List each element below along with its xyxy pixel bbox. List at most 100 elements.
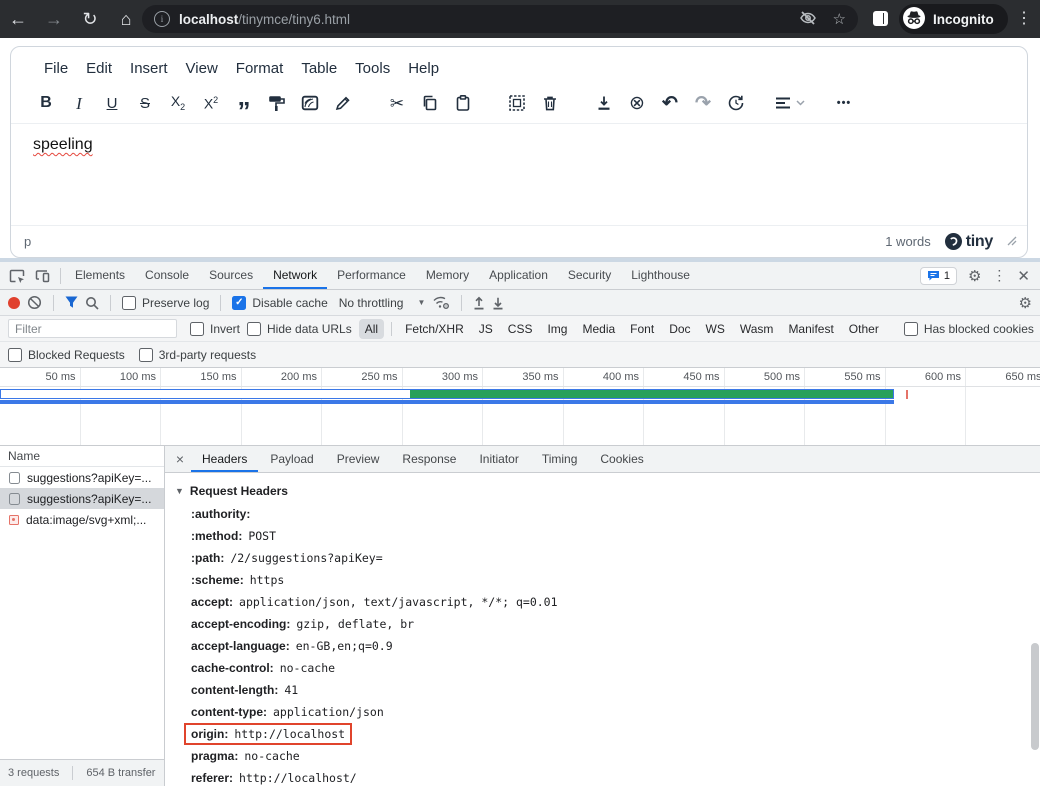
invert-label[interactable]: Invert	[210, 322, 240, 336]
has-blocked-cookies-label[interactable]: Has blocked cookies	[924, 322, 1034, 336]
menu-item[interactable]: Insert	[121, 56, 177, 81]
devtools-tab[interactable]: Performance	[327, 263, 416, 289]
copy-button[interactable]	[415, 89, 445, 117]
close-details-icon[interactable]: ×	[170, 451, 190, 467]
detail-tab[interactable]: Response	[391, 447, 467, 472]
detail-tab[interactable]: Payload	[259, 447, 324, 472]
devtools-tab[interactable]: Console	[135, 263, 199, 289]
menu-item[interactable]: Edit	[77, 56, 121, 81]
site-info-icon[interactable]: i	[154, 11, 170, 27]
preserve-log-label[interactable]: Preserve log	[142, 296, 209, 310]
devtools-settings-gear-icon[interactable]: ⚙	[968, 267, 981, 285]
devtools-tab[interactable]: Application	[479, 263, 558, 289]
side-panel-icon[interactable]	[873, 11, 888, 26]
detail-tab[interactable]: Cookies	[589, 447, 654, 472]
element-path[interactable]: p	[24, 234, 31, 249]
requests-name-header[interactable]: Name	[0, 446, 164, 467]
request-type-filter[interactable]: Fetch/XHR	[399, 319, 470, 339]
filter-funnel-icon[interactable]	[65, 296, 78, 309]
devtools-tab[interactable]: Memory	[416, 263, 479, 289]
device-toolbar-icon[interactable]	[30, 268, 56, 284]
search-icon[interactable]	[85, 296, 99, 310]
strikethrough-button[interactable]: S	[130, 89, 160, 117]
paste-button[interactable]	[448, 89, 478, 117]
detail-tab[interactable]: Initiator	[468, 447, 529, 472]
third-party-requests-label[interactable]: 3rd-party requests	[159, 348, 256, 362]
back-icon[interactable]: ←	[0, 9, 36, 30]
redo-button[interactable]: ↷	[688, 89, 718, 117]
address-bar[interactable]: i localhost/tinymce/tiny6.html ☆	[142, 5, 858, 33]
record-icon[interactable]	[8, 297, 20, 309]
detail-tab[interactable]: Headers	[191, 447, 258, 472]
menu-item[interactable]: Format	[227, 56, 293, 81]
menu-item[interactable]: Tools	[346, 56, 399, 81]
cut-button[interactable]: ✂	[382, 89, 412, 117]
blocked-requests-checkbox[interactable]	[8, 348, 22, 362]
bold-button[interactable]: B	[31, 89, 61, 117]
menu-item[interactable]: Help	[399, 56, 448, 81]
menu-item[interactable]: View	[177, 56, 227, 81]
select-all-button[interactable]	[502, 89, 532, 117]
request-type-filter[interactable]: Manifest	[782, 319, 839, 339]
devtools-menu-kebab-icon[interactable]: ⋮	[992, 267, 1006, 284]
throttling-select[interactable]: No throttling ▼	[339, 296, 426, 310]
hide-data-urls-label[interactable]: Hide data URLs	[267, 322, 352, 336]
devtools-tab[interactable]: Sources	[199, 263, 263, 289]
underline-button[interactable]: U	[97, 89, 127, 117]
detail-tab[interactable]: Preview	[326, 447, 391, 472]
superscript-button[interactable]: X2	[196, 89, 226, 117]
request-type-filter[interactable]: All	[359, 319, 384, 339]
hide-data-urls-checkbox[interactable]	[247, 322, 261, 336]
download-button[interactable]	[589, 89, 619, 117]
cancel-button[interactable]: ⊗	[622, 89, 652, 117]
align-button[interactable]	[775, 89, 805, 117]
devtools-tab[interactable]: Network	[263, 263, 327, 289]
trash-button[interactable]	[535, 89, 565, 117]
network-conditions-icon[interactable]	[432, 295, 450, 310]
request-type-filter[interactable]: Other	[843, 319, 885, 339]
third-party-requests-checkbox[interactable]	[139, 348, 153, 362]
invert-checkbox[interactable]	[190, 322, 204, 336]
request-type-filter[interactable]: Font	[624, 319, 660, 339]
import-har-icon[interactable]	[492, 296, 504, 310]
network-overview[interactable]: 50 ms100 ms150 ms200 ms250 ms300 ms350 m…	[0, 368, 1040, 446]
forward-icon[interactable]: →	[36, 9, 72, 30]
request-type-filter[interactable]: Doc	[663, 319, 696, 339]
has-blocked-cookies-checkbox[interactable]	[904, 322, 918, 336]
detail-tab[interactable]: Timing	[531, 447, 589, 472]
request-headers-section[interactable]: ▼ Request Headers	[175, 481, 1040, 501]
history-button[interactable]	[721, 89, 751, 117]
more-button[interactable]: •••	[829, 89, 859, 117]
paint-roller-button[interactable]	[262, 89, 292, 117]
blocked-requests-label[interactable]: Blocked Requests	[28, 348, 125, 362]
request-row[interactable]: data:image/svg+xml;...	[0, 509, 164, 530]
request-row[interactable]: suggestions?apiKey=...	[0, 467, 164, 488]
media-frame-button[interactable]	[295, 89, 325, 117]
menu-item[interactable]: File	[35, 56, 77, 81]
menu-item[interactable]: Table	[292, 56, 346, 81]
home-icon[interactable]: ⌂	[108, 9, 144, 30]
subscript-button[interactable]: X2	[163, 89, 193, 117]
word-count[interactable]: 1 words	[885, 234, 931, 249]
disable-cache-label[interactable]: Disable cache	[252, 296, 327, 310]
inspect-element-icon[interactable]	[4, 268, 30, 284]
network-settings-gear-icon[interactable]: ⚙	[1019, 294, 1032, 312]
italic-button[interactable]: I	[64, 89, 94, 117]
reload-icon[interactable]: ↻	[72, 9, 108, 30]
tiny-logo[interactable]: tiny	[945, 233, 993, 251]
request-type-filter[interactable]: Wasm	[734, 319, 780, 339]
resize-handle-icon[interactable]	[1007, 233, 1017, 251]
devtools-tab[interactable]: Security	[558, 263, 621, 289]
network-filter-input[interactable]	[8, 319, 177, 338]
request-type-filter[interactable]: CSS	[502, 319, 539, 339]
request-row[interactable]: suggestions?apiKey=...	[0, 488, 164, 509]
undo-button[interactable]: ↶	[655, 89, 685, 117]
devtools-close-icon[interactable]: ✕	[1017, 267, 1030, 285]
issues-badge[interactable]: 1	[920, 267, 957, 285]
request-type-filter[interactable]: JS	[473, 319, 499, 339]
preserve-log-checkbox[interactable]	[122, 296, 136, 310]
clear-icon[interactable]	[27, 295, 42, 310]
export-har-icon[interactable]	[473, 296, 485, 310]
request-type-filter[interactable]: Img	[541, 319, 573, 339]
disable-cache-checkbox[interactable]	[232, 296, 246, 310]
